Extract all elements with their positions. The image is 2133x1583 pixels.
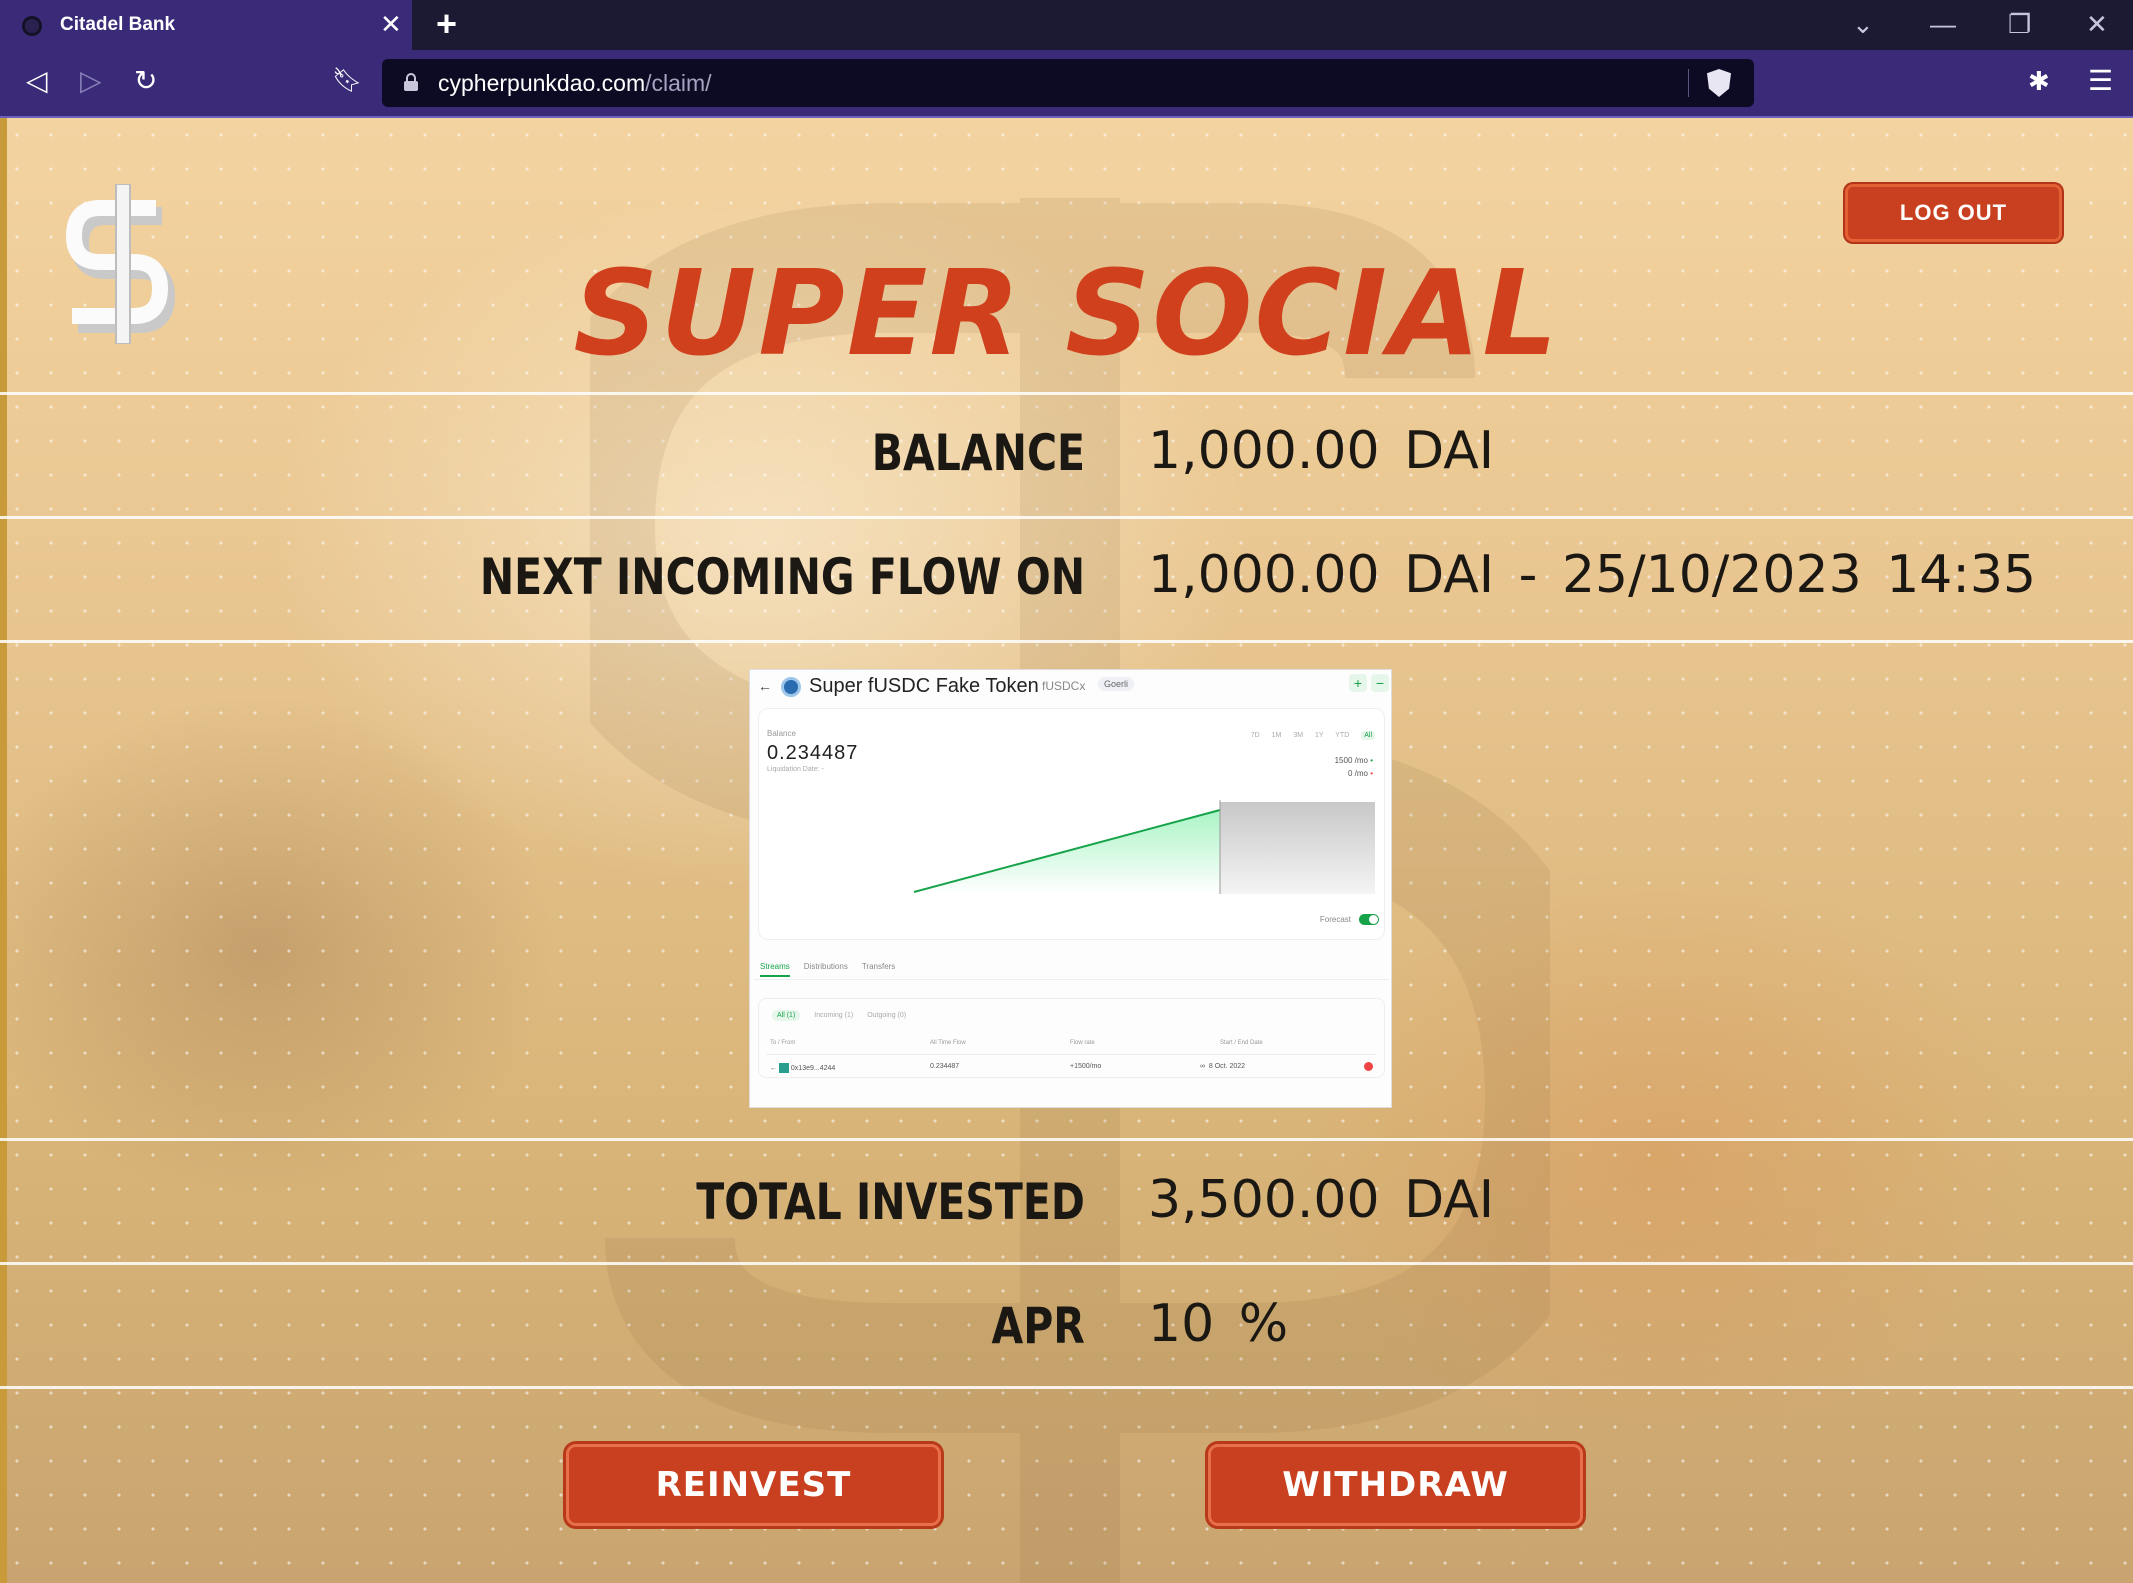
restore-icon[interactable]: ❐ [2008, 10, 2031, 38]
address-bar[interactable]: cypherpunkdao.com/claim/ [382, 59, 1754, 107]
back-icon[interactable]: ◁ [26, 66, 48, 96]
apr-label: APR [991, 1297, 1085, 1355]
browser-tab[interactable]: Citadel Bank ✕ [0, 0, 412, 50]
forward-icon[interactable]: ▷ [80, 66, 102, 96]
browser-nav-bar: ◁ ▷ ↻ 🔖︎ cypherpunkdao.com/claim/ ✱ ☰ [0, 50, 2133, 116]
menu-icon[interactable]: ☰ [2088, 66, 2113, 96]
close-window-icon[interactable]: ✕ [2086, 10, 2108, 38]
cancel-stream-icon [1364, 1062, 1373, 1071]
stream-dashboard-image: ← Super fUSDC Fake Token fUSDCx Goerli +… [749, 669, 1392, 1108]
page-title: SUPER SOCIAL [573, 244, 1560, 382]
balance-chart [913, 800, 1375, 894]
reinvest-button[interactable]: REINVEST [566, 1444, 941, 1526]
balance-value: 1,000.00 DAI [1148, 421, 1495, 481]
new-tab-icon[interactable]: + [436, 6, 457, 42]
apr-value: 10 % [1148, 1294, 1289, 1354]
url-text: cypherpunkdao.com/claim/ [438, 70, 712, 96]
tab-title: Citadel Bank [60, 14, 176, 35]
divider [0, 392, 2133, 395]
tab-list-chevron-icon[interactable]: ⌄ [1852, 10, 1874, 38]
next-flow-label: NEXT INCOMING FLOW ON [479, 548, 1085, 606]
brave-shield-icon[interactable] [1707, 69, 1731, 97]
logout-button[interactable]: LOG OUT [1845, 184, 2062, 242]
divider [0, 516, 2133, 519]
close-tab-icon[interactable]: ✕ [380, 10, 402, 38]
page-content: LOG OUT SUPER SOCIAL BALANCE 1,000.00 DA… [0, 118, 2133, 1583]
extensions-icon[interactable]: ✱ [2028, 66, 2050, 96]
favicon-icon [22, 16, 42, 36]
reload-icon[interactable]: ↻ [134, 66, 157, 96]
total-invested-label: TOTAL INVESTED [696, 1173, 1085, 1231]
withdraw-button[interactable]: WITHDRAW [1208, 1444, 1583, 1526]
divider [0, 640, 2133, 643]
divider [0, 1262, 2133, 1265]
forecast-toggle [1359, 914, 1379, 925]
next-flow-value: 1,000.00 DAI - 25/10/2023 14:35 [1148, 545, 2037, 605]
minimize-icon[interactable]: — [1930, 10, 1956, 38]
divider [0, 1138, 2133, 1141]
balance-label: BALANCE [871, 424, 1085, 482]
browser-tab-bar: Citadel Bank ✕ + ⌄ — ❐ ✕ [0, 0, 2133, 50]
total-invested-value: 3,500.00 DAI [1148, 1170, 1495, 1230]
lock-icon [404, 73, 418, 91]
divider [0, 1386, 2133, 1389]
bookmark-icon[interactable]: 🔖︎ [332, 66, 362, 96]
